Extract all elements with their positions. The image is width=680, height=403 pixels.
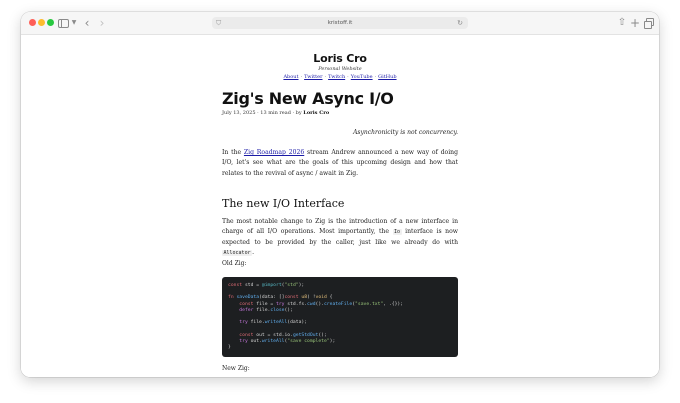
roadmap-link[interactable]: Zig Roadmap 2026 xyxy=(244,149,304,156)
sidebar-icon[interactable] xyxy=(57,15,69,31)
inline-code-allocator: Allocator xyxy=(222,249,253,256)
code-line: } xyxy=(228,344,231,350)
site-title[interactable]: Loris Cro xyxy=(222,52,458,65)
site-nav: About · Twitter · Twitch · YouTube · GitHub xyxy=(283,74,397,80)
chevron-down-icon[interactable]: ▼ xyxy=(70,15,78,31)
browser-window: ▼ ‹ › ⛉ kristoff.it ↻ ⇧ + Loris Cro Pers… xyxy=(21,12,659,377)
page-content: Loris Cro Personal Website About · Twitter… xyxy=(21,35,659,377)
interface-paragraph: The most notable change to Zig is the in… xyxy=(222,218,458,256)
old-zig-label: Old Zig: xyxy=(222,260,247,267)
post-title: Zig's New Async I/O xyxy=(222,89,394,108)
forward-button[interactable]: › xyxy=(96,15,108,31)
post-meta: July 13, 2025 · 13 min read · by Loris C… xyxy=(222,110,329,116)
intro-paragraph: In the Zig Roadmap 2026 stream Andrew an… xyxy=(222,149,458,177)
reload-icon[interactable]: ↻ xyxy=(457,17,463,29)
nav-link-twitch[interactable]: Twitch xyxy=(328,74,345,80)
nav-link-github[interactable]: GitHub xyxy=(378,74,396,80)
share-icon[interactable]: ⇧ xyxy=(617,15,627,31)
epigraph: Asynchronicity is not concurrency. xyxy=(353,129,458,136)
browser-toolbar: ▼ ‹ › ⛉ kristoff.it ↻ ⇧ + xyxy=(21,12,659,35)
address-url[interactable]: kristoff.it xyxy=(212,17,468,29)
nav-link-twitter[interactable]: Twitter xyxy=(304,74,322,80)
new-tab-icon[interactable]: + xyxy=(630,15,640,31)
tab-overview-icon[interactable] xyxy=(643,15,654,31)
new-zig-label: New Zig: xyxy=(222,365,250,372)
inline-code-io: Io xyxy=(392,229,402,236)
section-heading: The new I/O Interface xyxy=(222,197,345,210)
zoom-window-button[interactable] xyxy=(47,19,54,26)
back-button[interactable]: ‹ xyxy=(81,15,93,31)
close-window-button[interactable] xyxy=(29,19,36,26)
minimize-window-button[interactable] xyxy=(38,19,45,26)
post-author: Loris Cro xyxy=(303,110,330,116)
address-bar[interactable]: ⛉ kristoff.it ↻ xyxy=(212,17,468,29)
site-subtitle: Personal Website xyxy=(318,66,362,72)
nav-link-youtube[interactable]: YouTube xyxy=(351,74,373,80)
post-date-readtime: July 13, 2025 · 13 min read · by xyxy=(222,110,304,116)
nav-link-about[interactable]: About xyxy=(283,74,298,80)
code-block[interactable]: const std = @import("std"); fn saveData(d… xyxy=(222,277,458,357)
